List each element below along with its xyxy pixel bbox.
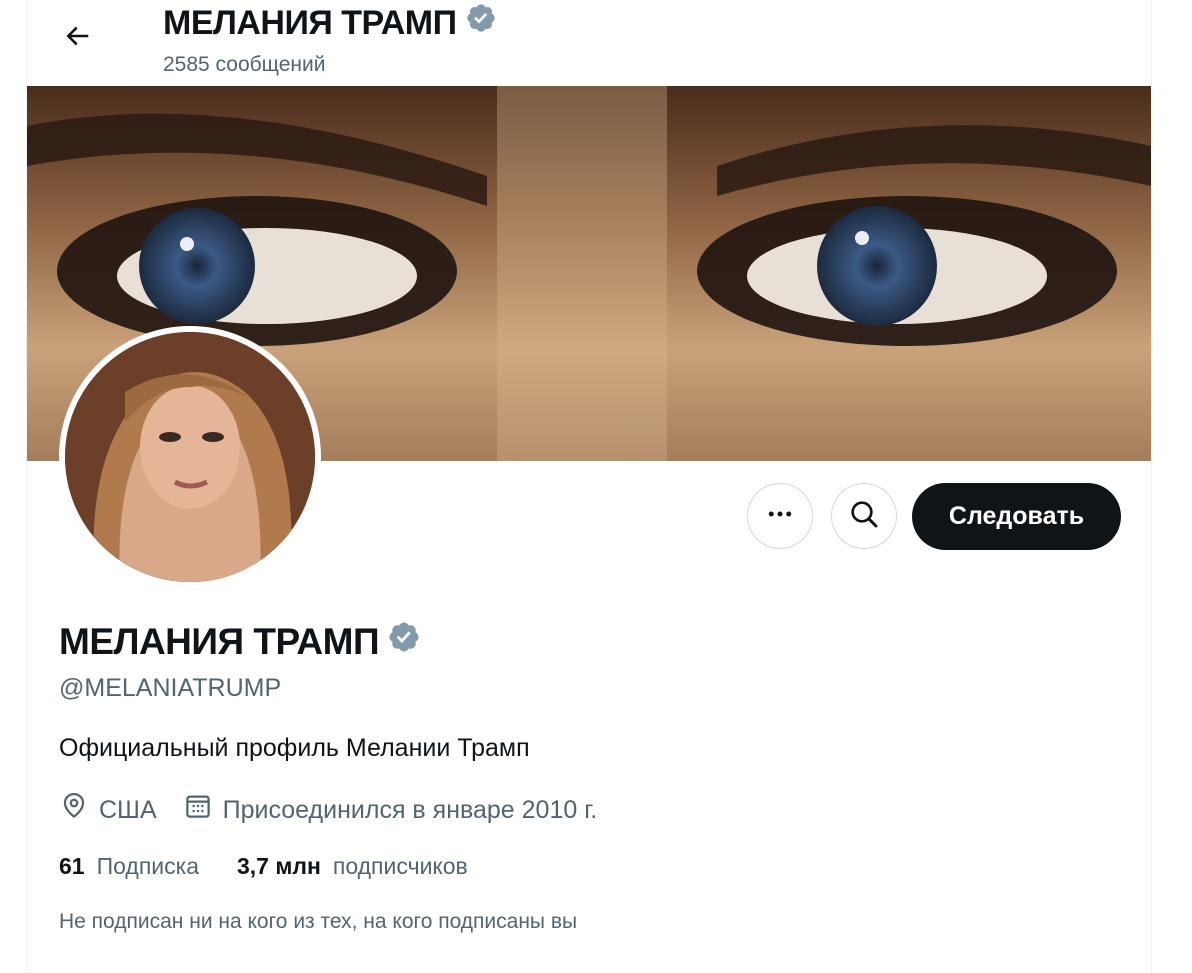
arrow-left-icon: [62, 21, 92, 56]
header-title: МЕЛАНИЯ ТРАМП: [163, 2, 497, 43]
following-link[interactable]: 61 Подписка: [59, 851, 199, 881]
search-icon: [848, 498, 880, 535]
joined-text: Присоединился в январе 2010 г.: [222, 795, 598, 824]
profile-bio: Официальный профиль Мелании Трамп: [59, 734, 530, 762]
verified-badge-icon[interactable]: [465, 2, 497, 43]
avatar[interactable]: [59, 326, 321, 588]
search-profile-button[interactable]: [831, 483, 897, 549]
profile-display-name: МЕЛАНИЯ ТРАМП: [59, 621, 380, 662]
more-button[interactable]: [747, 483, 813, 549]
mutual-followers-note: Не подписан ни на кого из тех, на кого п…: [59, 910, 578, 933]
calendar-icon: [183, 791, 223, 828]
back-button[interactable]: [53, 14, 101, 62]
posts-count: 2585 сообщений: [163, 53, 326, 76]
more-horizontal-icon: [765, 499, 795, 534]
profile-handle: @MELANIATRUMP: [59, 674, 282, 702]
follow-stats: 61 Подписка 3,7 млн подписчиков: [59, 851, 468, 881]
followers-label: подписчиков: [332, 853, 468, 879]
profile-column: МЕЛАНИЯ ТРАМП 2585 сообщений Следовать М…: [26, 0, 1152, 973]
joined-item: Присоединился в январе 2010 г.: [183, 791, 598, 828]
following-count: 61: [59, 853, 85, 879]
header-name: МЕЛАНИЯ ТРАМП: [163, 3, 457, 42]
profile-header-bar: МЕЛАНИЯ ТРАМП 2585 сообщений: [27, 0, 1151, 86]
avatar-image: [65, 332, 315, 582]
followers-link[interactable]: 3,7 млн подписчиков: [237, 851, 468, 881]
following-label: Подписка: [96, 853, 199, 879]
followers-count: 3,7 млн: [237, 853, 321, 879]
location-text: США: [99, 795, 157, 824]
location-item: США: [59, 791, 157, 828]
verified-badge-icon[interactable]: [387, 620, 421, 664]
profile-name: МЕЛАНИЯ ТРАМП: [59, 620, 421, 664]
location-pin-icon: [59, 791, 99, 828]
follow-button[interactable]: Следовать: [912, 483, 1121, 550]
profile-meta: США Присоединился в январе 2010 г.: [59, 791, 597, 828]
